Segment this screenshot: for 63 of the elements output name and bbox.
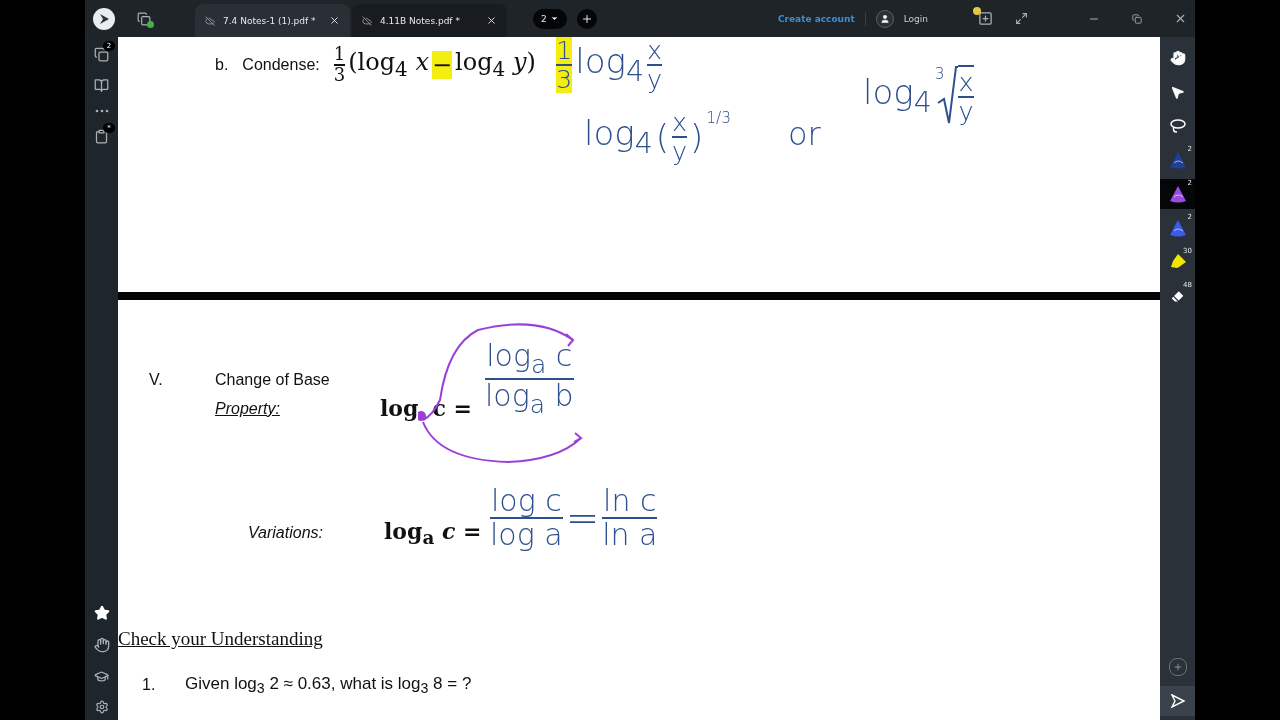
sync-icon[interactable] <box>137 11 151 26</box>
section-title: Change of Base <box>215 371 330 389</box>
settings-icon[interactable] <box>94 700 109 714</box>
plus-icon <box>1168 658 1187 676</box>
section-number: V. <box>149 371 163 389</box>
notification-dot <box>973 7 981 15</box>
math-text: log$_{4}$ y) <box>455 48 536 82</box>
handwritten-fraction: ln c ln a <box>602 485 658 550</box>
close-icon[interactable] <box>1174 12 1187 25</box>
math-text: log$_{a}$ c = <box>384 518 482 549</box>
eraser-icon <box>1170 288 1185 304</box>
lasso-icon <box>1168 118 1187 134</box>
handwritten-fraction: x y <box>671 109 688 165</box>
restore-icon[interactable] <box>1132 13 1142 24</box>
add-window-icon[interactable] <box>978 11 993 26</box>
pages-icon[interactable] <box>94 47 109 62</box>
tab-count-button[interactable]: 2 <box>533 8 567 29</box>
user-icon[interactable] <box>875 9 894 28</box>
play-icon[interactable] <box>1160 686 1195 716</box>
login-link[interactable]: Login <box>903 13 928 24</box>
book-icon[interactable] <box>94 78 109 93</box>
math-text: − <box>431 50 453 79</box>
handwritten-text: ) <box>690 116 704 157</box>
hand-icon <box>1169 50 1186 66</box>
condense-label: Condense: <box>242 55 320 74</box>
math-text: log <box>380 395 419 421</box>
learn-icon[interactable] <box>94 669 109 684</box>
close-icon[interactable] <box>486 15 497 26</box>
document-tab[interactable]: 4.11B Notes.pdf * <box>352 4 507 37</box>
plus-icon <box>580 12 593 25</box>
math-text: (log$_{4}$ x <box>348 48 429 82</box>
handwritten-text: log$_{4}$ <box>584 113 653 161</box>
property-label: Property: <box>215 400 280 418</box>
handwritten-text: log$_{4}$ <box>863 71 932 119</box>
cloud-off-icon <box>362 15 372 26</box>
cloud-off-icon <box>205 15 215 26</box>
close-icon[interactable] <box>329 15 340 26</box>
variations-label: Variations: <box>248 524 323 542</box>
item-label: b. <box>215 55 229 74</box>
handwritten-fraction: x y <box>646 37 662 93</box>
handwritten-root: 3 x y <box>934 65 974 125</box>
caret-icon <box>549 14 559 23</box>
handwritten-fraction: log c log a <box>490 485 563 550</box>
create-account-link[interactable]: Create account <box>777 13 855 24</box>
handwritten-text: or <box>788 115 821 153</box>
question-text: Given log$_{3}$ 2 ≈ 0.63, what is log$_{3}$ 8 = ? <box>185 674 472 697</box>
fraction: 1 3 <box>333 45 346 85</box>
pointer-icon <box>1170 84 1185 100</box>
question-number: 1. <box>142 676 156 694</box>
fullscreen-icon[interactable] <box>1015 12 1028 25</box>
more-icon[interactable] <box>94 109 109 113</box>
new-tab-button[interactable] <box>576 8 597 29</box>
handwritten-fraction: log$_{a}$ c log$_{a}$ b <box>485 340 574 419</box>
handwritten-text: ( <box>655 116 669 157</box>
app-logo[interactable] <box>93 7 115 30</box>
touch-icon[interactable] <box>93 637 110 653</box>
handwritten-text: log$_{4}$ <box>575 41 644 89</box>
handwritten-text: = <box>565 494 600 541</box>
star-icon[interactable] <box>93 605 110 621</box>
document-tab[interactable]: 7.4 Notes-1 (1).pdf * <box>195 4 350 37</box>
section-heading: Check your Understanding <box>118 628 323 650</box>
handwritten-fraction: 1 3 <box>556 37 573 93</box>
handwritten-exponent: 1/3 <box>706 109 731 127</box>
